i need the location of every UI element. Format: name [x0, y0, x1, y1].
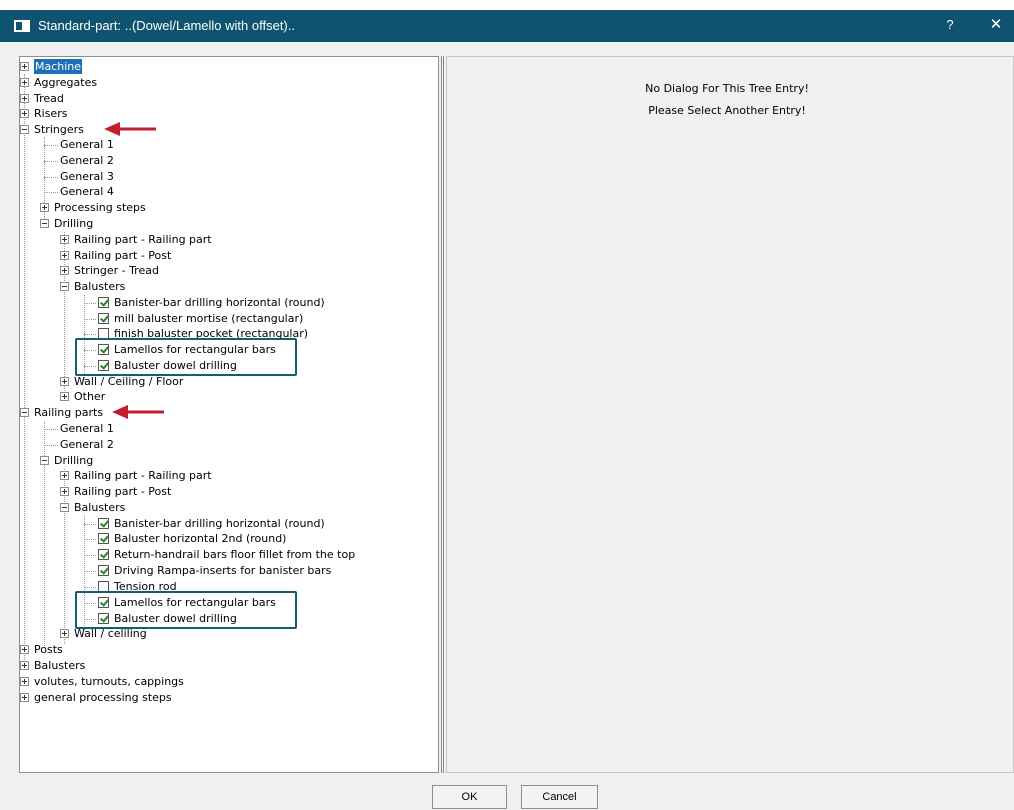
highlight-box — [75, 338, 297, 376]
expand-icon[interactable] — [60, 471, 69, 480]
red-arrow-icon — [104, 122, 156, 136]
checkbox[interactable] — [98, 549, 109, 560]
red-arrow-icon — [112, 405, 164, 419]
help-button[interactable]: ? — [940, 17, 960, 35]
expand-icon[interactable] — [60, 235, 69, 244]
collapse-icon[interactable] — [20, 125, 29, 134]
expand-icon[interactable] — [60, 251, 69, 260]
window-title: Standard-part: ..(Dowel/Lamello with off… — [38, 18, 295, 33]
expand-icon[interactable] — [60, 377, 69, 386]
dialog-window: Standard-part: ..(Dowel/Lamello with off… — [0, 10, 1014, 810]
close-button[interactable]: ✕ — [985, 15, 1007, 37]
checkbox[interactable] — [98, 565, 109, 576]
checkbox[interactable] — [98, 313, 109, 324]
tree-guide-line — [44, 137, 45, 227]
tree-view[interactable]: Machine Aggregates Tread Risers Stringer… — [19, 56, 439, 773]
collapse-icon[interactable] — [60, 282, 69, 291]
expand-icon[interactable] — [60, 487, 69, 496]
no-dialog-message: No Dialog For This Tree Entry! — [645, 82, 809, 95]
expand-icon[interactable] — [60, 392, 69, 401]
detail-pane: No Dialog For This Tree Entry! Please Se… — [446, 56, 1014, 773]
collapse-icon[interactable] — [20, 408, 29, 417]
collapse-icon[interactable] — [40, 219, 49, 228]
pane-splitter[interactable] — [440, 56, 445, 773]
title-bar: Standard-part: ..(Dowel/Lamello with off… — [0, 10, 1014, 42]
expand-icon[interactable] — [60, 629, 69, 638]
checkbox[interactable] — [98, 518, 109, 529]
tree-guide-line — [24, 74, 25, 668]
checkbox[interactable] — [98, 533, 109, 544]
window-icon — [14, 20, 30, 32]
select-entry-message: Please Select Another Entry! — [648, 104, 806, 117]
expand-icon[interactable] — [20, 62, 29, 71]
expand-icon[interactable] — [20, 677, 29, 686]
expand-icon[interactable] — [60, 266, 69, 275]
expand-icon[interactable] — [20, 661, 29, 670]
checkbox[interactable] — [98, 297, 109, 308]
collapse-icon[interactable] — [60, 503, 69, 512]
collapse-icon[interactable] — [40, 456, 49, 465]
expand-icon[interactable] — [20, 78, 29, 87]
expand-icon[interactable] — [20, 94, 29, 103]
highlight-box — [75, 591, 297, 629]
cancel-button[interactable]: Cancel — [521, 785, 598, 809]
expand-icon[interactable] — [20, 109, 29, 118]
ok-button[interactable]: OK — [432, 785, 507, 809]
expand-icon[interactable] — [40, 203, 49, 212]
expand-icon[interactable] — [20, 693, 29, 702]
expand-icon[interactable] — [20, 645, 29, 654]
